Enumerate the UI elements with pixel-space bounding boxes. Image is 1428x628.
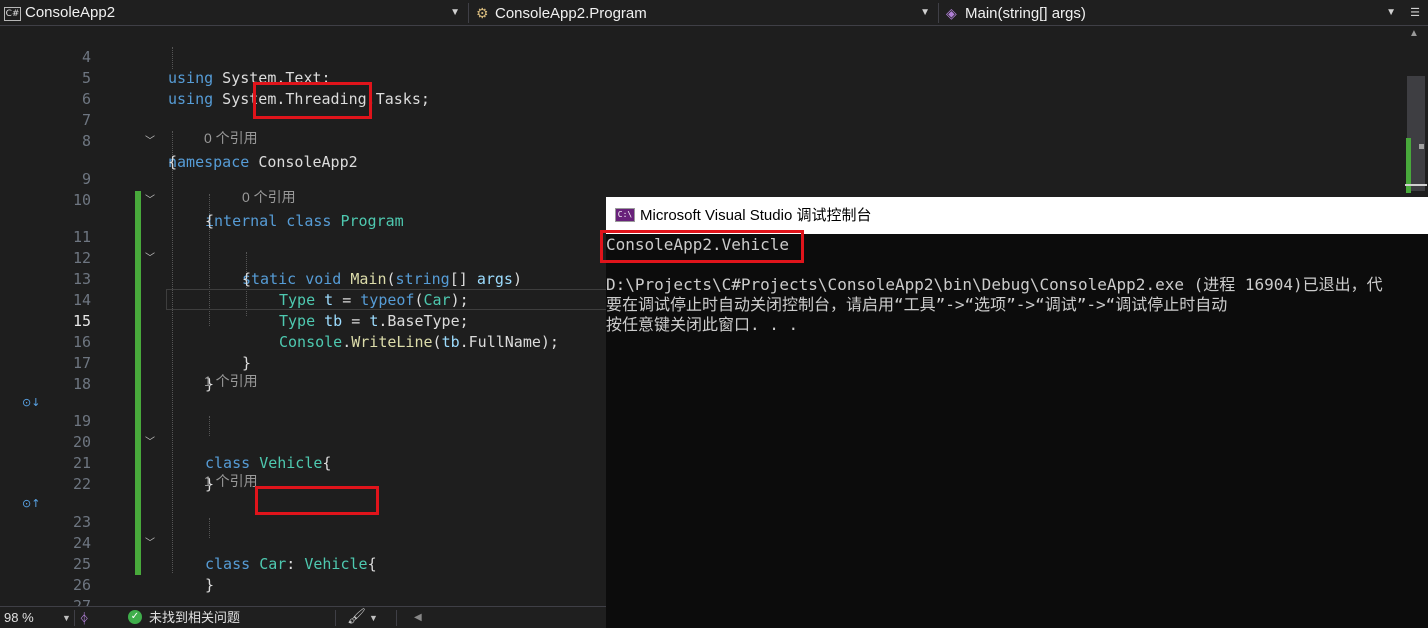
console-output-line: D:\Projects\C#Projects\ConsoleApp2\bin\D… bbox=[606, 275, 1383, 294]
references-codelens[interactable]: 0 个引用 bbox=[242, 187, 296, 207]
member-dropdown[interactable]: ◈ Main(string[] args) ▼ bbox=[942, 2, 1402, 24]
chevron-down-icon: ▼ bbox=[920, 7, 930, 18]
code-cleanup-icon[interactable]: 🖌 bbox=[347, 607, 366, 627]
zoom-level[interactable]: 98 % bbox=[4, 608, 34, 628]
console-app-icon: C:\ bbox=[615, 208, 635, 222]
method-icon: ◈ bbox=[946, 5, 957, 21]
chevron-down-icon[interactable]: ▼ bbox=[369, 608, 378, 628]
status-divider bbox=[74, 610, 75, 626]
code-line: 7 ﹀ namespace ConsoleApp2 bbox=[0, 89, 1408, 171]
references-codelens[interactable]: 0 个引用 bbox=[204, 128, 258, 148]
check-circle-icon: ✓ bbox=[128, 610, 142, 624]
console-output-line: 按任意键关闭此窗口. . . bbox=[606, 315, 799, 334]
console-title: Microsoft Visual Studio 调试控制台 bbox=[640, 207, 872, 224]
caret-position-marker bbox=[1405, 184, 1427, 186]
references-codelens[interactable]: 1 个引用 bbox=[204, 371, 258, 391]
overview-marker bbox=[1419, 144, 1424, 149]
console-title-bar[interactable]: C:\ Microsoft Visual Studio 调试控制台 bbox=[606, 197, 1428, 234]
navigation-bar: C# ConsoleApp2 ▼ ⚙ ConsoleApp2.Program ▼ ◈… bbox=[0, 0, 1428, 26]
console-output-line: 要在调试停止时自动关闭控制台，请启用“工具”->“选项”->“调试”->“调试停… bbox=[606, 295, 1228, 314]
chevron-down-icon: ▼ bbox=[1386, 7, 1396, 18]
editor-status-bar: 98 % ▼ ᛄ ✓ 未找到相关问题 🖌 ▼ ◀ bbox=[0, 606, 606, 628]
csharp-project-icon: C# bbox=[4, 7, 21, 21]
code-line: 5 using System.Threading.Tasks; bbox=[0, 47, 1408, 108]
status-divider bbox=[396, 610, 397, 626]
output-highlight-box bbox=[600, 230, 804, 263]
code-line: 4 using System.Text; bbox=[0, 26, 1408, 87]
status-divider bbox=[335, 610, 336, 626]
navbar-divider bbox=[468, 3, 469, 23]
class-icon: ⚙ bbox=[476, 5, 489, 21]
project-dropdown[interactable]: C# ConsoleApp2 ▼ bbox=[0, 2, 466, 24]
class-path: ConsoleApp2.Program bbox=[495, 5, 647, 22]
issues-status[interactable]: 未找到相关问题 bbox=[149, 608, 240, 628]
chevron-down-icon[interactable]: ▼ bbox=[62, 608, 71, 628]
code-line: 6 bbox=[0, 68, 1408, 108]
copilot-icon[interactable]: ᛄ bbox=[80, 608, 88, 628]
project-name: ConsoleApp2 bbox=[25, 4, 116, 21]
code-line: 10 { bbox=[0, 169, 1408, 230]
class-dropdown[interactable]: ⚙ ConsoleApp2.Program ▼ bbox=[472, 2, 936, 24]
debug-console-window[interactable]: C:\ Microsoft Visual Studio 调试控制台 Consol… bbox=[600, 197, 1428, 628]
scroll-up-icon[interactable]: ▲ bbox=[1409, 28, 1419, 39]
member-name: Main(string[] args) bbox=[965, 5, 1086, 22]
split-menu-icon[interactable]: ☰ bbox=[1404, 4, 1426, 22]
inheritance-highlight-box bbox=[255, 486, 379, 515]
navbar-divider bbox=[938, 3, 939, 23]
scroll-left-icon[interactable]: ◀ bbox=[414, 608, 422, 628]
code-line: 9 ﹀ internal class Program bbox=[0, 148, 1408, 230]
chevron-down-icon: ▼ bbox=[450, 7, 460, 18]
references-codelens[interactable]: 1 个引用 bbox=[204, 471, 258, 491]
